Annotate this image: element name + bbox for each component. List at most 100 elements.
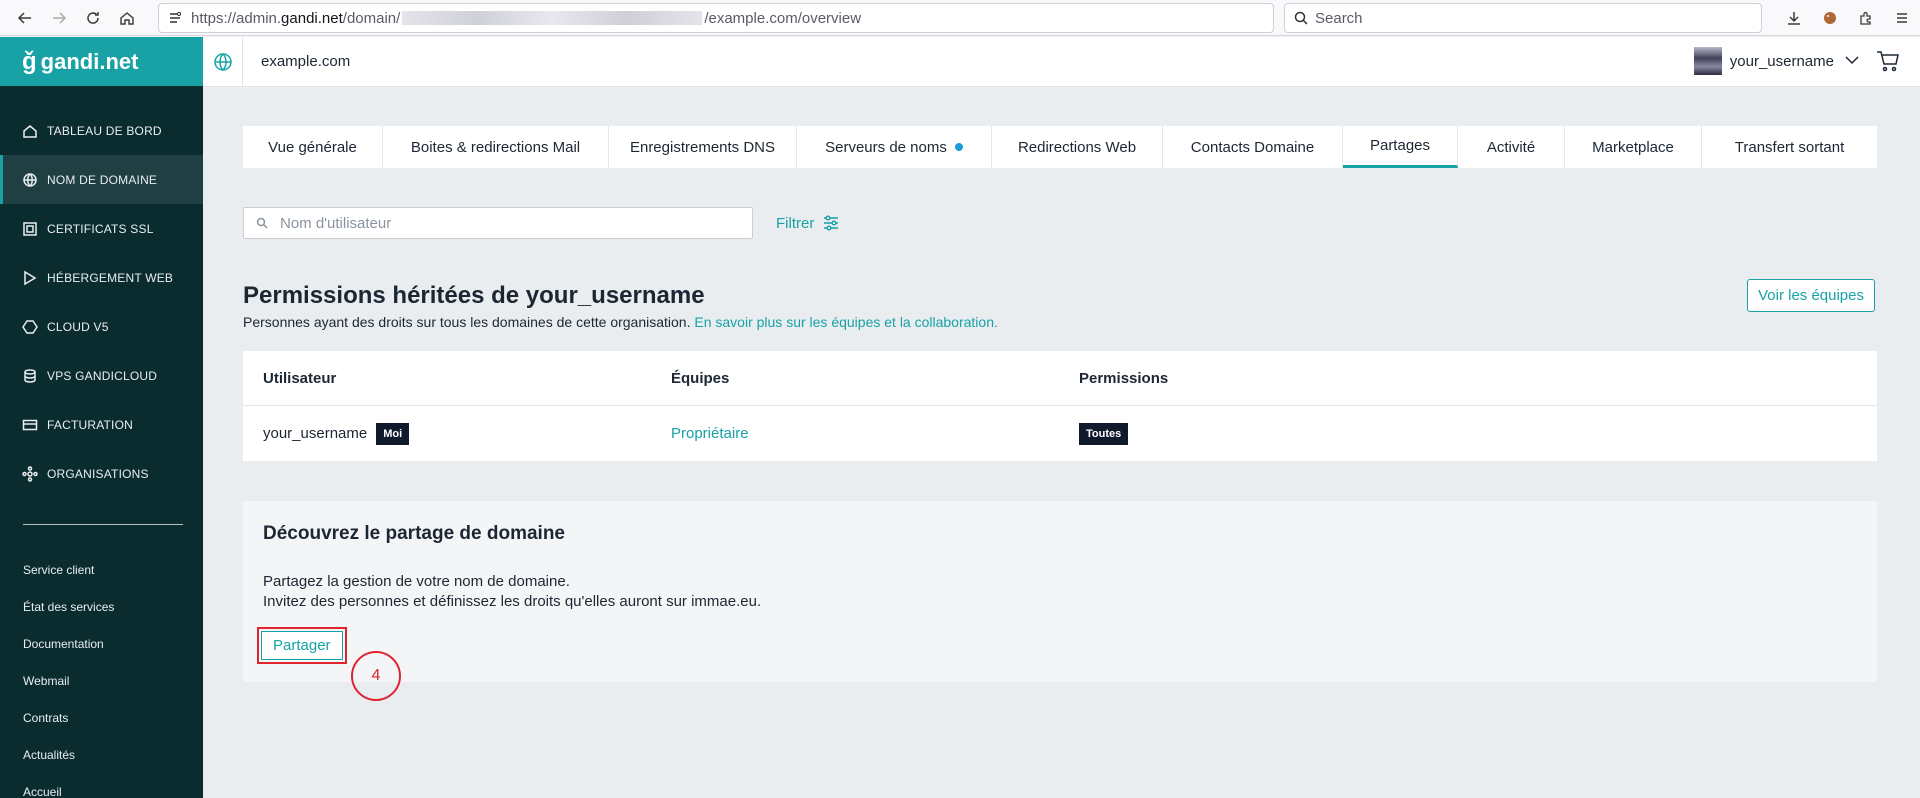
sidebar-item-ssl[interactable]: CERTIFICATS SSL	[0, 204, 203, 253]
tab-label: Redirections Web	[1017, 138, 1137, 156]
share-button[interactable]: Partager	[261, 631, 343, 660]
certificate-icon	[23, 221, 37, 236]
globe-icon	[23, 172, 37, 187]
url-path: /domain/	[342, 9, 401, 27]
sidebar-link-support[interactable]: Service client	[0, 551, 203, 588]
main-content: Vue générale Boites & redirections Mail …	[203, 88, 1920, 798]
share-description-line2: Invitez des personnes et définissez les …	[263, 593, 762, 610]
redacted-url-segment	[402, 11, 703, 25]
sidebar-item-hosting[interactable]: HÉBERGEMENT WEB	[0, 253, 203, 302]
tab-marketplace[interactable]: Marketplace	[1565, 126, 1702, 168]
user-menu[interactable]: your_username	[1693, 47, 1860, 75]
tab-label: Vue générale	[268, 138, 357, 156]
address-bar[interactable]: https://admin. gandi.net/domain/ /example.…	[158, 3, 1274, 33]
sidebar-item-label: FACTURATION	[47, 417, 133, 432]
tab-contacts[interactable]: Contacts Domaine	[1163, 126, 1343, 168]
forward-arrow-icon[interactable]	[42, 3, 76, 33]
top-header: example.com your_username	[203, 36, 1920, 87]
sidebar-item-billing[interactable]: FACTURATION	[0, 400, 203, 449]
tab-sharing[interactable]: Partages	[1343, 126, 1458, 168]
search-placeholder: Search	[1315, 9, 1363, 27]
sidebar-item-domain[interactable]: NOM DE DOMAINE	[0, 155, 203, 204]
search-icon	[1294, 11, 1308, 25]
filter-button[interactable]: Filtrer	[776, 214, 840, 232]
sidebar-link-news[interactable]: Actualités	[0, 736, 203, 773]
tab-label: Transfert sortant	[1734, 138, 1845, 156]
cart-icon[interactable]	[1876, 49, 1900, 76]
browser-search-field[interactable]: Search	[1284, 3, 1762, 33]
billing-icon	[22, 419, 38, 430]
url-host: gandi.net	[281, 9, 343, 27]
sliders-icon	[824, 215, 839, 231]
share-description-line1: Partagez la gestion de votre nom de doma…	[263, 573, 570, 590]
downloads-icon[interactable]	[1776, 3, 1812, 33]
learn-more-link[interactable]: En savoir plus sur les équipes et la col…	[694, 314, 998, 330]
server-icon	[24, 368, 36, 383]
sidebar-item-label: TABLEAU DE BORD	[47, 123, 162, 138]
tab-mail[interactable]: Boites & redirections Mail	[383, 126, 609, 168]
sidebar-item-organizations[interactable]: ORGANISATIONS	[0, 449, 203, 498]
back-arrow-icon[interactable]	[8, 3, 42, 33]
tab-outgoing-transfer[interactable]: Transfert sortant	[1702, 126, 1877, 168]
browser-toolbar: https://admin. gandi.net/domain/ /example.…	[0, 0, 1920, 36]
gandi-logo-icon: ǧ	[22, 47, 37, 75]
step-number-annotation: 4	[351, 651, 401, 701]
current-domain: example.com	[261, 53, 351, 70]
avatar	[1693, 47, 1722, 75]
sidebar-item-vps[interactable]: VPS GANDICLOUD	[0, 351, 203, 400]
tab-overview[interactable]: Vue générale	[243, 126, 383, 168]
column-header-permissions: Permissions	[1079, 369, 1169, 387]
tab-label: Boites & redirections Mail	[410, 138, 581, 156]
sidebar-link-contracts[interactable]: Contrats	[0, 699, 203, 736]
site-info-icon[interactable]	[167, 10, 183, 26]
sidebar-item-label: HÉBERGEMENT WEB	[47, 270, 174, 285]
sidebar-item-dashboard[interactable]: TABLEAU DE BORD	[0, 106, 203, 155]
menu-hamburger-icon[interactable]	[1884, 3, 1920, 33]
team-cell: Propriétaire	[671, 425, 1079, 442]
share-title: Découvrez le partage de domaine	[263, 523, 565, 544]
tab-activity[interactable]: Activité	[1458, 126, 1565, 168]
tab-label: Serveurs de noms	[825, 138, 947, 156]
tab-nameservers[interactable]: Serveurs de noms	[797, 126, 992, 168]
share-button-highlight: Partager	[257, 627, 347, 664]
sidebar-link-docs[interactable]: Documentation	[0, 625, 203, 662]
home-icon[interactable]	[110, 3, 144, 33]
tab-label: Activité	[1486, 138, 1536, 156]
sidebar-item-label: NOM DE DOMAINE	[47, 172, 158, 187]
extensions-puzzle-icon[interactable]	[1848, 3, 1884, 33]
organizations-icon	[22, 465, 38, 482]
sidebar-item-label: CLOUD V5	[47, 319, 109, 334]
cloud-icon	[22, 319, 38, 334]
tab-label: Partages	[1369, 137, 1431, 154]
share-panel: Découvrez le partage de domaine Partagez…	[243, 501, 1877, 701]
sidebar-link-webmail[interactable]: Webmail	[0, 662, 203, 699]
permissions-table: Utilisateur Équipes Permissions your_use…	[243, 351, 1877, 461]
permission-cell: Toutes	[1079, 422, 1487, 445]
domain-tabs: Vue générale Boites & redirections Mail …	[243, 126, 1877, 168]
hosting-icon	[24, 270, 37, 285]
home-icon	[23, 124, 37, 138]
sidebar-item-label: CERTIFICATS SSL	[47, 221, 154, 236]
gandi-logo[interactable]: ǧ gandi.net	[0, 37, 203, 86]
table-row: your_username Moi Propriétaire Toutes	[243, 406, 1877, 461]
view-teams-button[interactable]: Voir les équipes	[1747, 279, 1875, 312]
username-search-input[interactable]	[280, 214, 720, 232]
url-prefix: https://admin.	[191, 9, 282, 27]
notification-dot	[954, 143, 963, 151]
chevron-down-icon	[1844, 52, 1860, 71]
sidebar-link-status[interactable]: État des services	[0, 588, 203, 625]
description-text: Personnes ayant des droits sur tous les …	[243, 314, 691, 330]
column-header-teams: Équipes	[671, 369, 730, 387]
permissions-title: Permissions héritées de your_username	[243, 282, 705, 309]
tab-dns[interactable]: Enregistrements DNS	[609, 126, 797, 168]
team-owner-link[interactable]: Propriétaire	[671, 425, 749, 442]
tab-web-redirects[interactable]: Redirections Web	[992, 126, 1163, 168]
extension-cookie-icon[interactable]	[1812, 3, 1848, 33]
sidebar-item-label: VPS GANDICLOUD	[47, 368, 158, 383]
sidebar-link-home[interactable]: Accueil	[0, 773, 203, 798]
reload-icon[interactable]	[76, 3, 110, 33]
sidebar-item-cloud[interactable]: CLOUD V5	[0, 302, 203, 351]
tab-label: Contacts Domaine	[1190, 138, 1315, 156]
table-header: Utilisateur Équipes Permissions	[243, 351, 1877, 406]
tab-label: Enregistrements DNS	[629, 138, 776, 156]
